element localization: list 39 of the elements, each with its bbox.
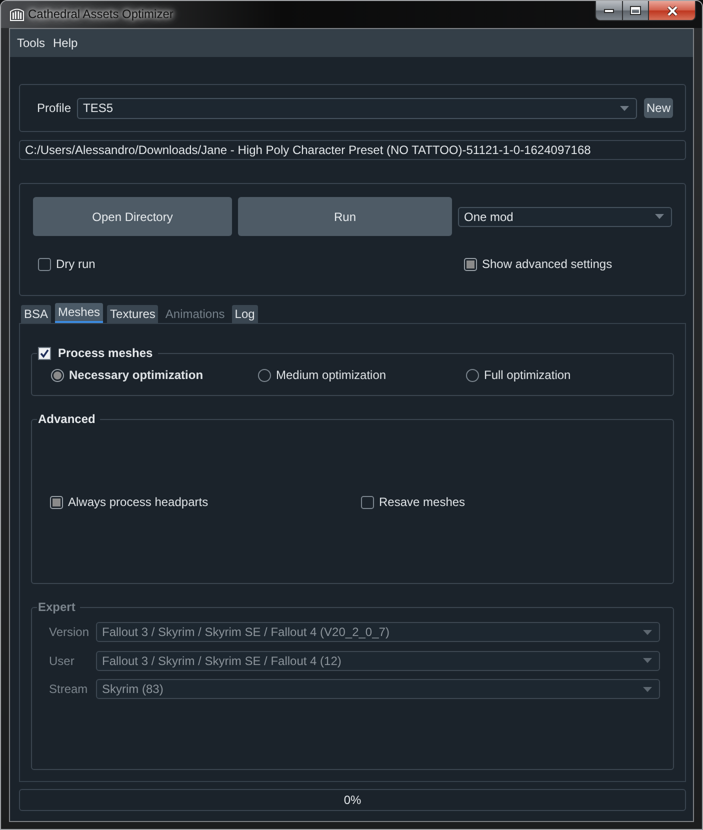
checkbox[interactable]: Resave meshes <box>361 495 466 509</box>
radio-button[interactable]: Necessary optimization <box>51 368 204 382</box>
checkbox[interactable]: Show advanced settings <box>464 257 612 271</box>
checkbox[interactable]: Process meshes <box>37 345 158 361</box>
field-label: Stream <box>49 682 89 696</box>
radio-button[interactable]: Medium optimization <box>258 368 386 382</box>
field-label: User <box>49 654 76 668</box>
maximize-icon <box>630 6 641 15</box>
checkbox[interactable]: Dry run <box>38 257 96 271</box>
group-title: Expert <box>37 599 76 615</box>
close-icon <box>666 6 678 16</box>
tab[interactable]: BSA <box>21 305 52 323</box>
action-button[interactable]: Run <box>238 197 452 236</box>
dropdown[interactable]: TES5 <box>77 98 637 118</box>
radio-button[interactable]: Full optimization <box>466 368 571 382</box>
menu-item[interactable]: Help <box>49 32 82 54</box>
checkbox[interactable]: Always process headparts <box>50 495 208 509</box>
menu-item[interactable]: Tools <box>13 32 50 54</box>
maximize-button[interactable] <box>622 1 649 21</box>
tab[interactable]: Log <box>232 305 258 323</box>
action-button[interactable]: Open Directory <box>33 197 232 236</box>
field-label: Version <box>49 625 90 639</box>
profile-label: Profile <box>37 101 72 115</box>
caret-icon <box>655 214 664 219</box>
caret-icon <box>643 630 652 634</box>
dropdown[interactable]: One mod <box>458 206 672 226</box>
window-title: Cathedral Assets Optimizer <box>28 6 174 22</box>
group-title: Advanced <box>37 411 96 427</box>
caret-icon <box>643 686 652 692</box>
progress-text: 0% <box>344 793 362 807</box>
caret-icon <box>620 106 629 110</box>
tab[interactable]: Meshes <box>55 303 104 323</box>
new-button[interactable]: New <box>644 98 673 118</box>
close-button[interactable] <box>649 1 696 21</box>
caret-icon <box>643 658 652 663</box>
tab[interactable]: Textures <box>107 305 158 323</box>
minimize-icon <box>604 8 614 12</box>
minimize-button[interactable] <box>595 1 622 21</box>
path-field[interactable]: C:/Users/Alessandro/Downloads/Jane - High Poly Character Preset (NO TATTOO)-51121-1-0-1624097168 <box>19 140 686 160</box>
